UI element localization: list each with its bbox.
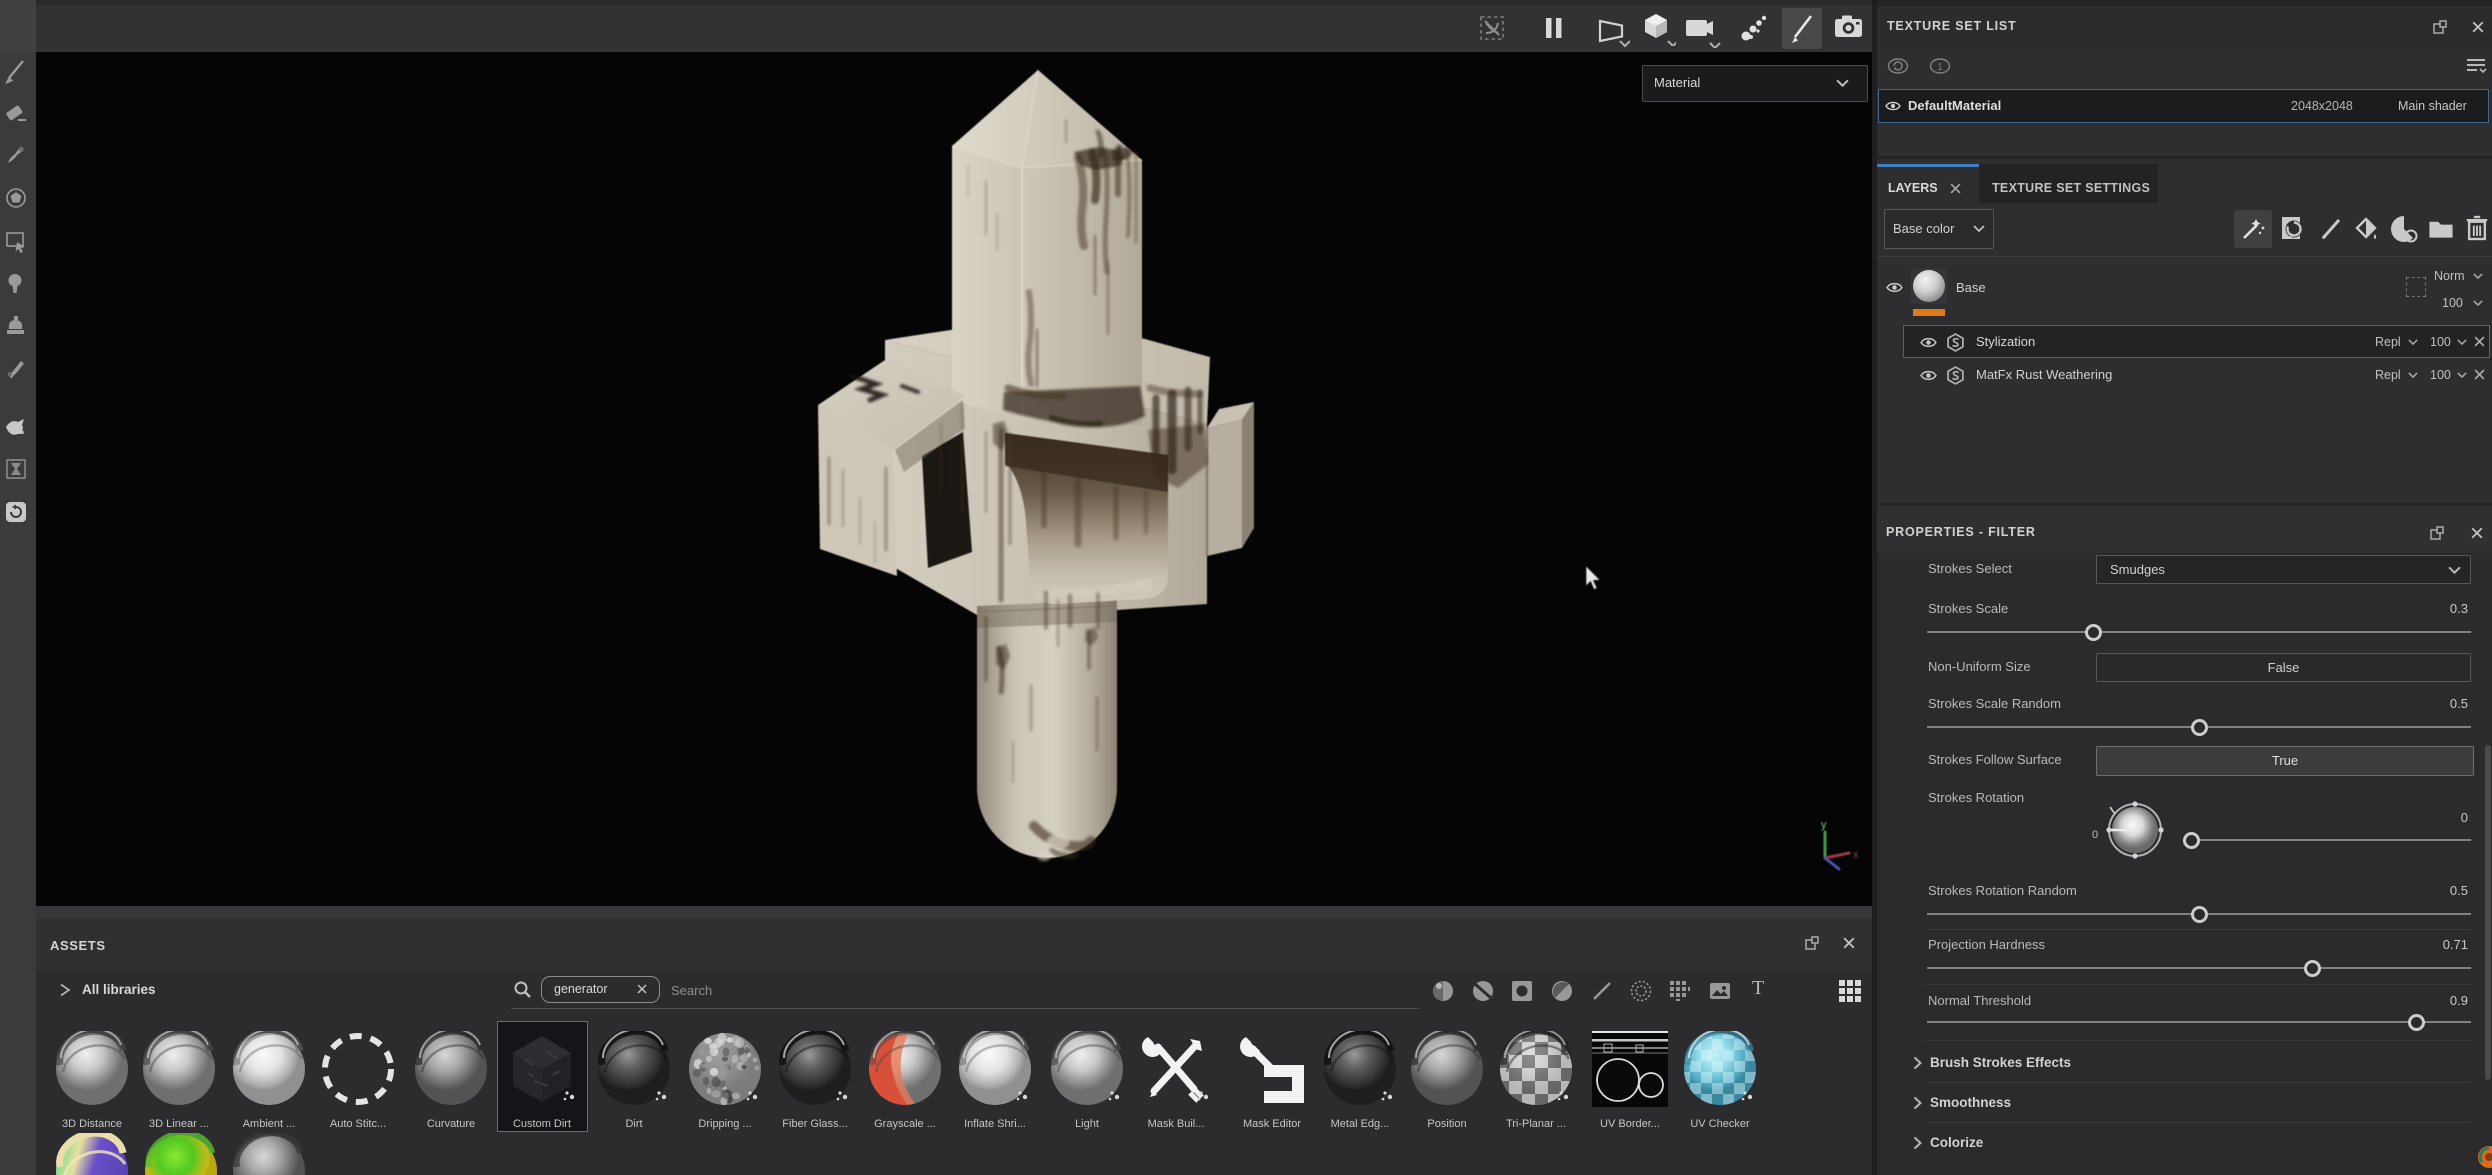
svg-text:x: x	[1853, 849, 1859, 861]
svg-text:y: y	[1821, 819, 1827, 831]
svg-text:1: 1	[18, 425, 23, 435]
svg-text:1: 1	[1937, 62, 1943, 73]
